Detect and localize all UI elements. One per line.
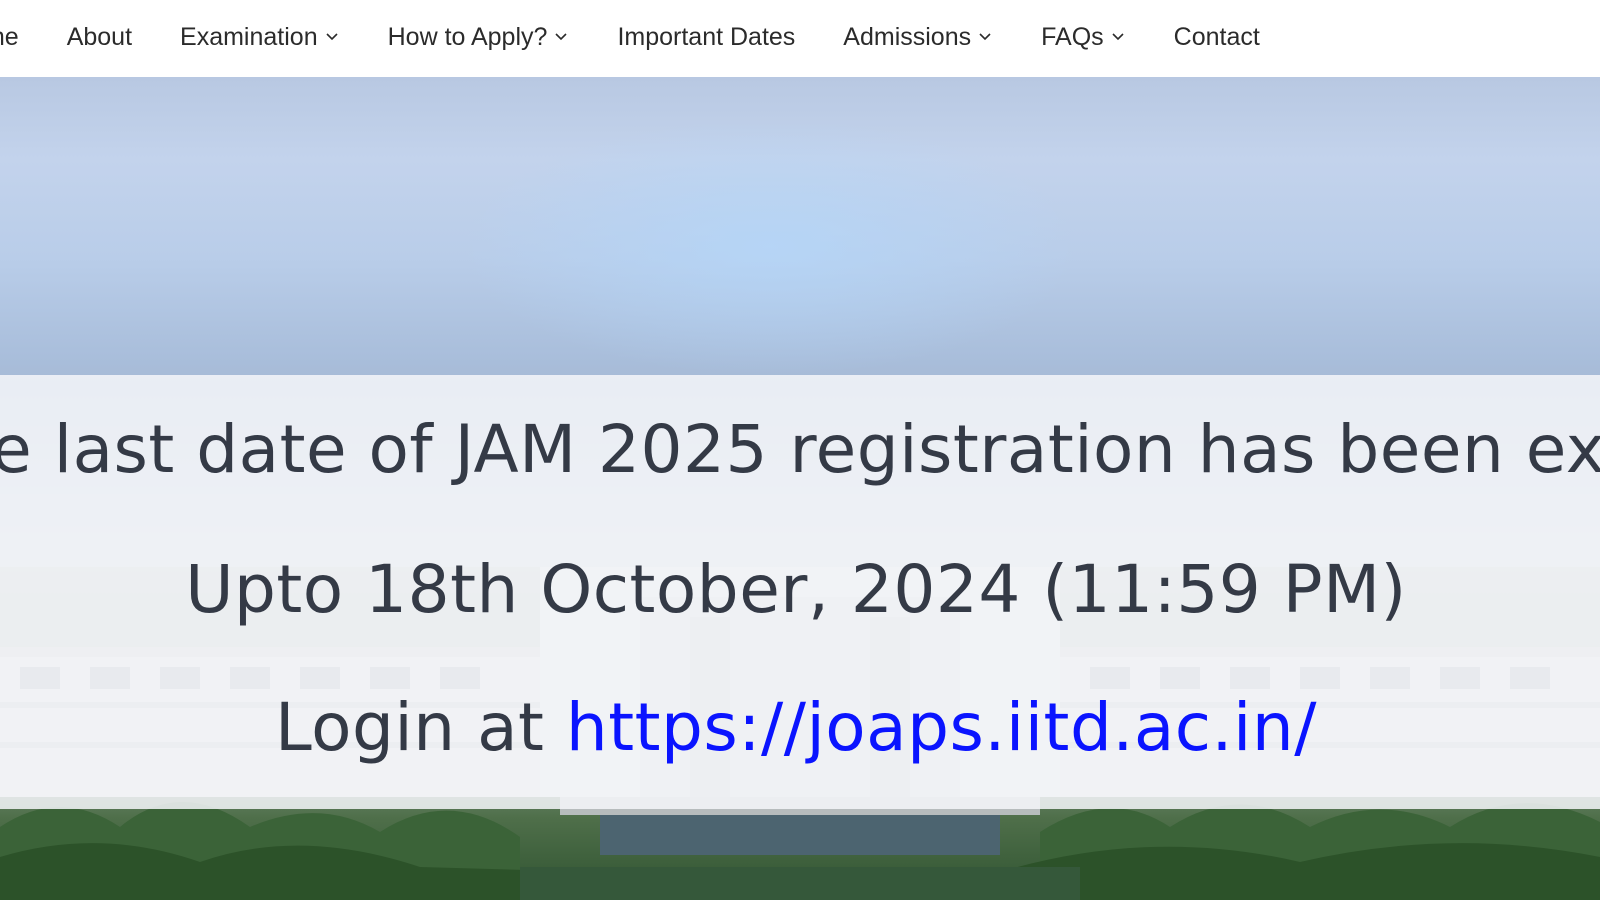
nav-item-admissions[interactable]: Admissions [843, 23, 993, 55]
page: Home About Examination How to Apply? Imp… [0, 0, 1600, 900]
nav-item-label: Admissions [843, 22, 972, 51]
announcement-headline: The last date of JAM 2025 registration h… [0, 411, 1600, 488]
chevron-down-icon [553, 28, 569, 44]
nav-item-home[interactable]: Home [0, 23, 19, 55]
nav-item-label: How to Apply? [387, 22, 548, 51]
announcement-deadline: Upto 18th October, 2024 (11:59 PM) [0, 551, 1600, 628]
nav-item-about[interactable]: About [67, 23, 132, 55]
nav-item-how-to-apply[interactable]: How to Apply? [388, 23, 570, 55]
nav-item-label: Examination [180, 22, 318, 51]
announcement-login-prefix: Login at [275, 689, 566, 766]
nav-item-important-dates[interactable]: Important Dates [617, 23, 795, 55]
nav-item-label: Home [0, 22, 19, 51]
announcement-headline-text: The last date of JAM 2025 registration h… [0, 411, 1600, 488]
chevron-down-icon [977, 28, 993, 44]
announcement-deadline-text: Upto 18th October, 2024 (11:59 PM) [185, 551, 1407, 628]
nav-item-examination[interactable]: Examination [180, 23, 340, 55]
nav-item-label: FAQs [1041, 22, 1104, 51]
nav-item-label: About [66, 22, 133, 51]
chevron-down-icon [1110, 28, 1126, 44]
top-navigation: Home About Examination How to Apply? Imp… [0, 0, 1600, 77]
chevron-down-icon [324, 28, 340, 44]
nav-item-label: Important Dates [617, 22, 796, 51]
announcement-login: Login at https://joaps.iitd.ac.in/ [0, 689, 1600, 766]
nav-item-faqs[interactable]: FAQs [1041, 23, 1126, 55]
sky-background [460, 117, 1080, 377]
announcement-banner: The last date of JAM 2025 registration h… [0, 375, 1600, 809]
nav-list: Home About Examination How to Apply? Imp… [0, 0, 1308, 77]
joaps-login-link[interactable]: https://joaps.iitd.ac.in/ [566, 689, 1317, 766]
nav-item-label: Contact [1173, 22, 1260, 51]
nav-item-contact[interactable]: Contact [1174, 23, 1260, 55]
